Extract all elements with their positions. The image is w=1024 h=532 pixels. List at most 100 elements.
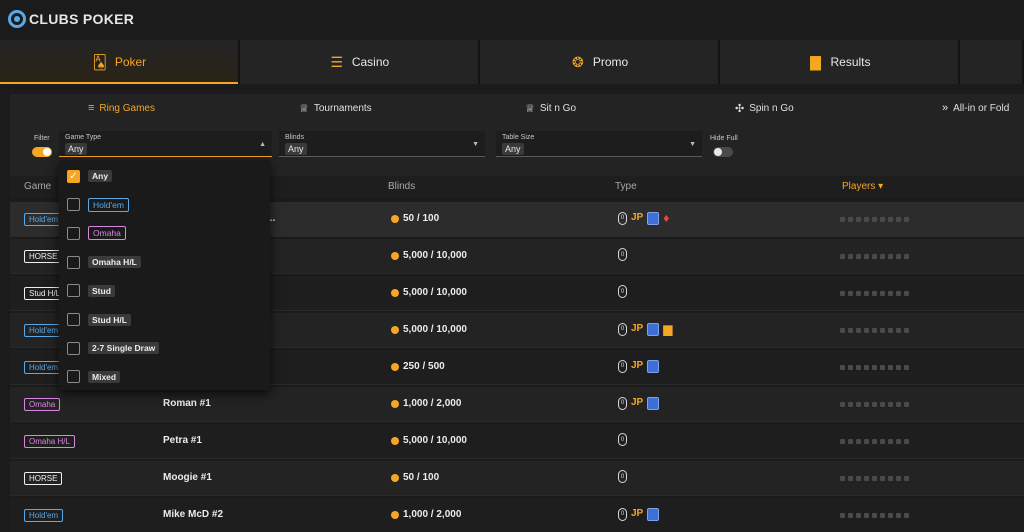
table-row[interactable]: Hold'em Mike McD #2 1,000 / 2,000 0 JP (10, 498, 1024, 532)
subtab-all-in-or-fold[interactable]: » All-in or Fold (942, 102, 1009, 114)
filter-label: Filter (34, 135, 50, 142)
brand-logo[interactable]: CLUBS POKER (8, 10, 134, 28)
dropdown-option[interactable]: Stud H/L (67, 311, 131, 329)
header-type[interactable]: Type (615, 181, 637, 192)
seat-dot (904, 439, 909, 444)
seat-dot (848, 439, 853, 444)
option-label: Omaha H/L (88, 256, 141, 269)
dropdown-option[interactable]: Hold'em (67, 196, 129, 214)
game-badge: Hold'em (24, 213, 64, 226)
seat-dot (856, 365, 861, 370)
seat-dot (896, 476, 901, 481)
header-blinds[interactable]: Blinds (388, 181, 415, 192)
jackpot-icon: JP (631, 212, 644, 223)
option-label: Stud (88, 284, 115, 297)
table-name: Petra #1 (163, 435, 202, 446)
dropdown-option[interactable]: 2-7 Single Draw (67, 339, 160, 357)
seat-dot (872, 365, 877, 370)
seat-dot (840, 365, 845, 370)
subtab-spin-n-go[interactable]: ✣ Spin n Go (735, 102, 794, 115)
dropdown-option[interactable]: Omaha H/L (67, 253, 141, 271)
chip-icon: 0 (618, 285, 627, 298)
bars-icon: ▆ (663, 322, 673, 336)
seat-dot (880, 402, 885, 407)
option-checkbox[interactable] (67, 370, 80, 384)
table-row[interactable]: Omaha H/L Petra #1 5,000 / 10,000 0 (10, 424, 1024, 459)
chip-icon: 0 (618, 248, 627, 261)
tab-casino[interactable]: ☰ Casino (240, 40, 478, 84)
table-size-value: Any (502, 143, 524, 155)
coin-icon (391, 325, 399, 334)
type-icons: 0 (618, 285, 627, 298)
table-row[interactable]: HORSE Moogie #1 50 / 100 0 (10, 461, 1024, 496)
dropdown-option[interactable]: ✓ Any (67, 167, 113, 185)
card-icon (647, 322, 660, 336)
seat-dot (872, 328, 877, 333)
seat-dot (904, 513, 909, 518)
seat-dot (872, 439, 877, 444)
tab-more[interactable] (960, 40, 1022, 84)
table-size-label: Table Size (502, 134, 535, 141)
money-stack-icon: ≡ (88, 102, 95, 114)
option-checkbox[interactable] (67, 284, 80, 298)
game-badge: HORSE (24, 250, 63, 263)
option-checkbox[interactable] (67, 341, 80, 355)
tab-label: Results (830, 55, 871, 69)
table-size-select[interactable]: Table Size Any ▼ (496, 131, 702, 157)
filter-toggle[interactable] (32, 147, 52, 157)
dropdown-option[interactable]: Omaha (67, 224, 126, 242)
tab-poker[interactable]: 🂡 Poker (0, 40, 238, 84)
header-game[interactable]: Game (24, 181, 51, 192)
seat-dot (856, 439, 861, 444)
seat-dot (880, 254, 885, 259)
game-badge: Omaha H/L (24, 435, 75, 448)
game-badge: Hold'em (24, 324, 64, 337)
option-checkbox[interactable] (67, 198, 80, 212)
tab-results[interactable]: ▇ Results (720, 40, 958, 84)
seat-indicators (840, 476, 909, 481)
option-checkbox[interactable]: ✓ (67, 169, 80, 183)
top-bar: CLUBS POKER (0, 0, 1024, 38)
seat-dot (856, 513, 861, 518)
chevron-down-icon: ▼ (472, 141, 479, 148)
coin-icon (391, 436, 399, 445)
option-checkbox[interactable] (67, 313, 80, 326)
blinds-select[interactable]: Blinds Any ▼ (279, 131, 485, 157)
seat-dot (856, 254, 861, 259)
option-checkbox[interactable] (67, 226, 80, 240)
seat-indicators (840, 513, 909, 518)
app-root: CLUBS POKER 🂡 Poker ☰ Casino ❂ Promo ▇ R… (0, 0, 1024, 532)
seat-dot (840, 513, 845, 518)
blinds-value: 5,000 / 10,000 (403, 250, 467, 261)
subtab-label: Ring Games (99, 102, 155, 114)
chip-icon: 0 (618, 470, 627, 483)
brand-name: CLUBS POKER (29, 11, 135, 27)
chip-icon: 0 (618, 433, 627, 446)
poker-cards-icon: 🂡 (92, 53, 107, 70)
seat-dot (880, 513, 885, 518)
seat-dot (904, 217, 909, 222)
dropdown-option[interactable]: Stud (67, 282, 115, 300)
seat-dot (856, 402, 861, 407)
table-name: Moogie #1 (163, 472, 212, 483)
subtab-tournaments[interactable]: ♕ Tournaments (299, 102, 372, 115)
coin-icon (391, 214, 399, 223)
table-row[interactable]: Omaha Roman #1 1,000 / 2,000 0 JP (10, 387, 1024, 422)
seat-dot (880, 217, 885, 222)
hide-full-toggle[interactable] (713, 147, 733, 157)
game-type-select[interactable]: Game Type Any ▲ (59, 131, 272, 157)
spin-icon: ✣ (735, 103, 745, 115)
subtab-sit-n-go[interactable]: ♕ Sit n Go (525, 102, 576, 115)
dropdown-option[interactable]: Mixed (67, 368, 121, 386)
seat-dot (840, 328, 845, 333)
subtab-ring-games[interactable]: ≡ Ring Games (88, 102, 155, 114)
seat-dot (864, 439, 869, 444)
seat-dot (848, 402, 853, 407)
header-players[interactable]: Players ▾ (842, 181, 883, 192)
jackpot-icon: JP (631, 360, 644, 371)
tab-label: Poker (114, 55, 147, 69)
option-checkbox[interactable] (67, 255, 80, 269)
tab-promo[interactable]: ❂ Promo (480, 40, 718, 84)
blinds-cell: 5,000 / 10,000 (391, 324, 467, 335)
type-icons: 0 JP (618, 396, 660, 410)
